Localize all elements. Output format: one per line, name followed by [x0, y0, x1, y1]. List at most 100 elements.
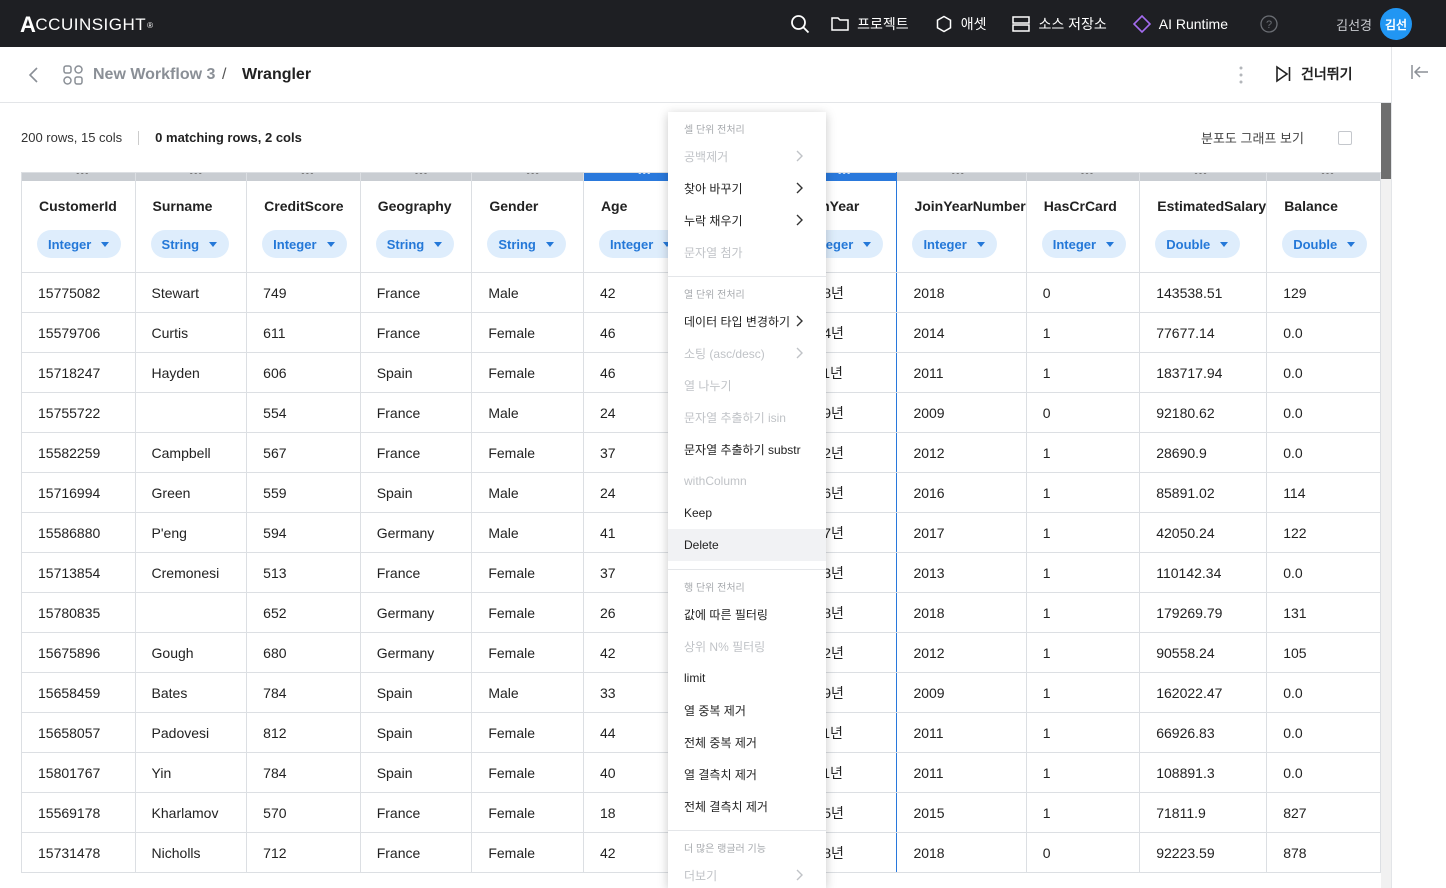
table-cell[interactable]: Germany — [359, 632, 473, 673]
table-cell[interactable]: Female — [471, 832, 584, 873]
data-type-dropdown[interactable]: Integer — [262, 230, 347, 258]
collapse-panel-icon[interactable] — [1410, 63, 1430, 86]
table-cell[interactable]: 1 — [1025, 312, 1141, 353]
table-cell[interactable]: 131 — [1266, 592, 1381, 633]
table-cell[interactable]: Male — [471, 272, 584, 313]
table-cell[interactable]: 2012 — [896, 632, 1027, 673]
menu-item[interactable]: 찾아 바꾸기 — [668, 172, 826, 204]
breadcrumb-workflow[interactable]: New Workflow 3 — [93, 66, 215, 84]
table-cell[interactable]: 15716994 — [21, 472, 136, 513]
table-cell[interactable]: 15658057 — [21, 712, 136, 753]
table-cell[interactable]: 0.0 — [1266, 752, 1381, 793]
table-cell[interactable]: France — [359, 792, 473, 833]
table-cell[interactable]: 179269.79 — [1139, 592, 1268, 633]
table-cell[interactable]: 2011 — [896, 712, 1027, 753]
column-drag-handle[interactable]: ••• — [136, 173, 246, 181]
column-header[interactable]: ••• HasCrCard Integer — [1025, 172, 1141, 273]
column-drag-handle[interactable]: ••• — [22, 173, 135, 181]
table-cell[interactable]: 2011 — [896, 752, 1027, 793]
data-type-dropdown[interactable]: Integer — [37, 230, 122, 258]
table-cell[interactable]: 15755722 — [21, 392, 136, 433]
nav-source-repo[interactable]: 소스 저장소 — [1012, 14, 1107, 34]
table-cell[interactable]: Bates — [134, 672, 248, 713]
table-cell[interactable]: 28690.9 — [1139, 432, 1268, 473]
column-header[interactable]: ••• Balance Double — [1266, 172, 1381, 273]
table-cell[interactable]: France — [359, 392, 473, 433]
table-cell[interactable]: 15718247 — [21, 352, 136, 393]
column-header[interactable]: ••• CreditScore Integer — [246, 172, 361, 273]
menu-item[interactable]: 열 중복 제거 — [668, 694, 826, 726]
search-icon[interactable] — [789, 13, 811, 35]
table-cell[interactable]: 827 — [1266, 792, 1381, 833]
table-cell[interactable]: 1 — [1025, 472, 1141, 513]
table-cell[interactable]: 85891.02 — [1139, 472, 1268, 513]
table-cell[interactable]: 15579706 — [21, 312, 136, 353]
table-cell[interactable]: 606 — [246, 352, 361, 393]
table-cell[interactable]: 2009 — [896, 672, 1027, 713]
table-cell[interactable]: 680 — [246, 632, 361, 673]
table-cell[interactable]: 1 — [1025, 792, 1141, 833]
column-drag-handle[interactable]: ••• — [361, 173, 471, 181]
table-cell[interactable]: 71811.9 — [1139, 792, 1268, 833]
table-cell[interactable]: Male — [471, 512, 584, 553]
table-cell[interactable]: Spain — [359, 472, 473, 513]
table-cell[interactable]: 2009 — [896, 392, 1027, 433]
nav-ai-runtime[interactable]: AI Runtime — [1132, 14, 1228, 33]
table-cell[interactable]: Nicholls — [134, 832, 248, 873]
table-cell[interactable]: 878 — [1266, 832, 1381, 873]
table-cell[interactable]: Hayden — [134, 352, 248, 393]
table-cell[interactable]: Spain — [359, 712, 473, 753]
menu-item[interactable]: limit — [668, 662, 826, 694]
table-cell[interactable]: Female — [471, 592, 584, 633]
table-cell[interactable]: Kharlamov — [134, 792, 248, 833]
table-cell[interactable]: 77677.14 — [1139, 312, 1268, 353]
table-cell[interactable]: 162022.47 — [1139, 672, 1268, 713]
table-cell[interactable]: 15582259 — [21, 432, 136, 473]
table-cell[interactable]: 1 — [1025, 552, 1141, 593]
data-type-dropdown[interactable]: String — [150, 230, 230, 258]
table-cell[interactable]: 812 — [246, 712, 361, 753]
table-cell[interactable]: Female — [471, 552, 584, 593]
table-cell[interactable]: 66926.83 — [1139, 712, 1268, 753]
table-cell[interactable]: 15675896 — [21, 632, 136, 673]
table-cell[interactable]: Padovesi — [134, 712, 248, 753]
table-cell[interactable]: Curtis — [134, 312, 248, 353]
distribution-toggle[interactable]: 분포도 그래프 보기 — [1201, 128, 1352, 147]
column-drag-handle[interactable]: ••• — [1140, 173, 1266, 181]
column-drag-handle[interactable]: ••• — [1027, 173, 1139, 181]
table-cell[interactable]: Gough — [134, 632, 248, 673]
table-cell[interactable]: France — [359, 552, 473, 593]
table-cell[interactable]: 784 — [246, 672, 361, 713]
table-cell[interactable] — [134, 592, 248, 633]
table-cell[interactable]: France — [359, 432, 473, 473]
table-cell[interactable]: Campbell — [134, 432, 248, 473]
table-cell[interactable]: France — [359, 312, 473, 353]
table-cell[interactable]: 611 — [246, 312, 361, 353]
menu-item[interactable]: Delete — [668, 529, 826, 561]
table-cell[interactable]: 652 — [246, 592, 361, 633]
table-cell[interactable]: 0.0 — [1266, 392, 1381, 433]
column-header[interactable]: ••• CustomerId Integer — [21, 172, 136, 273]
table-cell[interactable]: 1 — [1025, 352, 1141, 393]
table-cell[interactable]: 2016 — [896, 472, 1027, 513]
menu-item[interactable]: Keep — [668, 497, 826, 529]
more-options-icon[interactable] — [1232, 64, 1250, 86]
table-cell[interactable]: Green — [134, 472, 248, 513]
help-icon[interactable]: ? — [1260, 14, 1286, 33]
table-cell[interactable]: 2018 — [896, 592, 1027, 633]
table-cell[interactable]: 0 — [1025, 832, 1141, 873]
table-cell[interactable]: 92223.59 — [1139, 832, 1268, 873]
table-cell[interactable]: Germany — [359, 512, 473, 553]
nav-projects[interactable]: 프로젝트 — [831, 14, 909, 34]
back-arrow-icon[interactable] — [24, 65, 44, 85]
table-cell[interactable]: 0.0 — [1266, 432, 1381, 473]
table-cell[interactable]: Spain — [359, 752, 473, 793]
table-cell[interactable]: 114 — [1266, 472, 1381, 513]
table-cell[interactable]: Female — [471, 312, 584, 353]
table-cell[interactable]: 42050.24 — [1139, 512, 1268, 553]
table-cell[interactable]: 15586880 — [21, 512, 136, 553]
menu-item[interactable]: 문자열 추출하기 substr — [668, 433, 826, 465]
data-type-dropdown[interactable]: Double — [1282, 230, 1368, 258]
table-cell[interactable]: Female — [471, 352, 584, 393]
column-drag-handle[interactable]: ••• — [897, 173, 1026, 181]
